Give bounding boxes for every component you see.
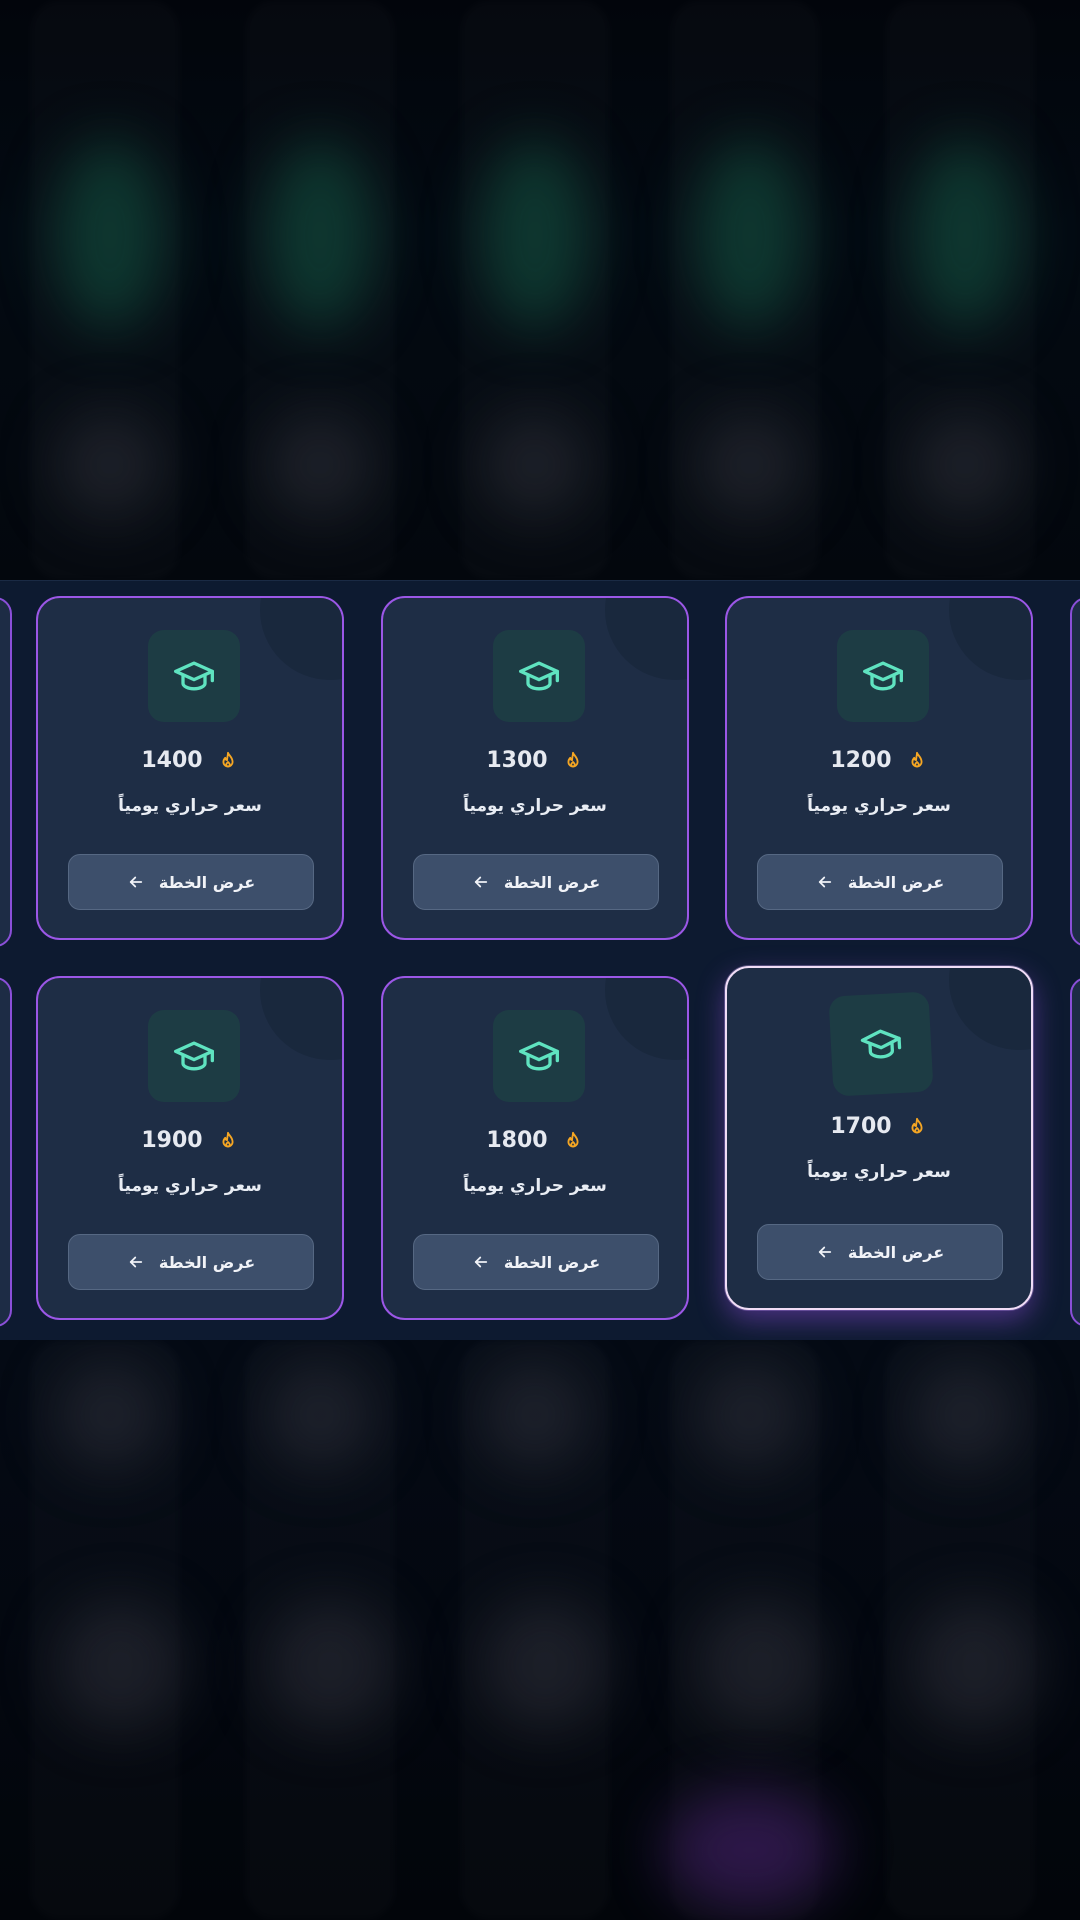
flame-icon xyxy=(222,751,234,767)
arrow-left-icon xyxy=(818,1246,831,1258)
calorie-row: 1400 xyxy=(38,748,342,773)
plans-grid: 1400 سعر حراري يومياً عرض الخطة 1300 سعر… xyxy=(0,580,1080,1342)
flame-icon xyxy=(911,1117,923,1133)
plan-icon-box xyxy=(148,1010,240,1102)
calorie-label: سعر حراري يومياً xyxy=(118,796,262,816)
calorie-value: 1800 xyxy=(486,1128,548,1153)
view-plan-button[interactable]: عرض الخطة xyxy=(68,1234,314,1290)
partial-card-left[interactable] xyxy=(0,597,12,947)
calorie-label: سعر حراري يومياً xyxy=(807,1162,951,1182)
view-plan-button[interactable]: عرض الخطة xyxy=(757,1224,1003,1280)
graduation-cap-icon xyxy=(863,661,903,691)
card-corner-decoration xyxy=(260,598,342,680)
view-plan-button-label: عرض الخطة xyxy=(158,1252,256,1272)
graduation-cap-icon xyxy=(174,661,214,691)
partial-card-right[interactable] xyxy=(1070,597,1080,947)
flame-icon xyxy=(222,1131,234,1147)
view-plan-button-label: عرض الخطة xyxy=(503,1252,601,1272)
calorie-label: سعر حراري يومياً xyxy=(463,796,607,816)
plan-icon-box xyxy=(493,1010,585,1102)
plan-card[interactable]: 1400 سعر حراري يومياً عرض الخطة xyxy=(36,596,344,940)
plan-card-selected[interactable]: 1700 سعر حراري يومياً عرض الخطة xyxy=(725,966,1033,1310)
view-plan-button[interactable]: عرض الخطة xyxy=(68,854,314,910)
calorie-label: سعر حراري يومياً xyxy=(118,1176,262,1196)
plan-card[interactable]: 1200 سعر حراري يومياً عرض الخطة xyxy=(725,596,1033,940)
calorie-row: 1700 xyxy=(727,1114,1031,1139)
arrow-left-icon xyxy=(129,1256,142,1268)
plan-icon-box xyxy=(493,630,585,722)
plan-icon-box xyxy=(828,991,934,1097)
partial-card-right[interactable] xyxy=(1070,977,1080,1327)
view-plan-button-label: عرض الخطة xyxy=(503,872,601,892)
card-corner-decoration xyxy=(260,978,342,1060)
background-top xyxy=(0,0,1080,580)
view-plan-button-label: عرض الخطة xyxy=(847,872,945,892)
calorie-label: سعر حراري يومياً xyxy=(463,1176,607,1196)
view-plan-button-label: عرض الخطة xyxy=(158,872,256,892)
graduation-cap-icon xyxy=(174,1041,214,1071)
arrow-left-icon xyxy=(129,876,142,888)
partial-card-left[interactable] xyxy=(0,977,12,1327)
view-plan-button-label: عرض الخطة xyxy=(847,1242,945,1262)
arrow-left-icon xyxy=(474,876,487,888)
calorie-value: 1300 xyxy=(486,748,548,773)
arrow-left-icon xyxy=(818,876,831,888)
plan-card[interactable]: 1800 سعر حراري يومياً عرض الخطة xyxy=(381,976,689,1320)
plan-card[interactable]: 1900 سعر حراري يومياً عرض الخطة xyxy=(36,976,344,1320)
plan-card[interactable]: 1300 سعر حراري يومياً عرض الخطة xyxy=(381,596,689,940)
flame-icon xyxy=(911,751,923,767)
calorie-value: 1900 xyxy=(141,1128,203,1153)
calorie-row: 1300 xyxy=(383,748,687,773)
view-plan-button[interactable]: عرض الخطة xyxy=(413,1234,659,1290)
card-corner-decoration xyxy=(605,978,687,1060)
card-corner-decoration xyxy=(949,968,1031,1050)
calorie-value: 1400 xyxy=(141,748,203,773)
calorie-row: 1200 xyxy=(727,748,1031,773)
calorie-row: 1900 xyxy=(38,1128,342,1153)
plan-icon-box xyxy=(148,630,240,722)
card-corner-decoration xyxy=(949,598,1031,680)
flame-icon xyxy=(567,1131,579,1147)
arrow-left-icon xyxy=(474,1256,487,1268)
calorie-value: 1200 xyxy=(830,748,892,773)
background-bottom xyxy=(0,1340,1080,1920)
graduation-cap-icon xyxy=(519,661,559,691)
calorie-row: 1800 xyxy=(383,1128,687,1153)
view-plan-button[interactable]: عرض الخطة xyxy=(757,854,1003,910)
graduation-cap-icon xyxy=(860,1029,902,1059)
card-corner-decoration xyxy=(605,598,687,680)
view-plan-button[interactable]: عرض الخطة xyxy=(413,854,659,910)
calorie-value: 1700 xyxy=(830,1114,892,1139)
plan-icon-box xyxy=(837,630,929,722)
graduation-cap-icon xyxy=(519,1041,559,1071)
calorie-label: سعر حراري يومياً xyxy=(807,796,951,816)
flame-icon xyxy=(567,751,579,767)
